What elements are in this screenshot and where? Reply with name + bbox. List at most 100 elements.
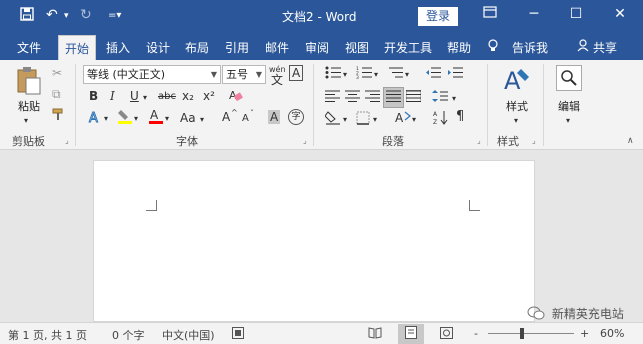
- grow-font-button[interactable]: A: [222, 110, 230, 124]
- editing-dropdown-icon[interactable]: ▾: [566, 114, 570, 128]
- macro-record-icon[interactable]: [232, 327, 244, 342]
- underline-dropdown-icon[interactable]: ▾: [143, 91, 147, 105]
- zoom-slider-thumb[interactable]: [520, 328, 524, 339]
- tab-mailings[interactable]: 邮件: [265, 39, 289, 56]
- styles-launcher-icon[interactable]: ⌟: [532, 136, 536, 145]
- zoom-out-button[interactable]: -: [474, 327, 478, 340]
- text-effects-icon[interactable]: A: [88, 110, 102, 128]
- strikethrough-button[interactable]: abc: [158, 90, 176, 104]
- login-button[interactable]: 登录: [418, 7, 458, 26]
- customize-quick-access-icon[interactable]: =▾: [108, 10, 121, 21]
- page-count[interactable]: 第 1 页, 共 1 页: [8, 327, 87, 343]
- share-button[interactable]: 共享: [593, 39, 617, 56]
- enclose-char-button[interactable]: 字: [288, 109, 304, 125]
- align-right-icon[interactable]: [365, 90, 380, 105]
- save-icon[interactable]: [20, 7, 34, 25]
- decrease-indent-icon[interactable]: [425, 66, 441, 82]
- tab-developer[interactable]: 开发工具: [384, 39, 432, 56]
- bullets-dropdown-icon[interactable]: ▾: [343, 68, 347, 82]
- highlighter-icon[interactable]: [117, 108, 133, 128]
- superscript-button[interactable]: x²: [203, 89, 215, 103]
- pinyin-guide-button[interactable]: 文: [271, 73, 283, 87]
- tab-home[interactable]: 开始: [58, 35, 97, 60]
- chinese-layout-dropdown-icon[interactable]: ▾: [412, 113, 416, 127]
- multilevel-list-icon[interactable]: [387, 66, 403, 82]
- word-count[interactable]: 0 个字: [112, 327, 145, 343]
- font-color-icon[interactable]: A: [148, 108, 164, 128]
- tab-insert[interactable]: 插入: [106, 39, 130, 56]
- align-center-icon[interactable]: [345, 90, 360, 105]
- read-mode-icon[interactable]: [368, 327, 382, 342]
- minimize-icon[interactable]: ─: [524, 6, 544, 22]
- styles-button[interactable]: 样式: [498, 98, 536, 114]
- paragraph-launcher-icon[interactable]: ⌟: [477, 136, 481, 145]
- change-case-button[interactable]: Aa: [180, 111, 196, 125]
- shrink-font-button[interactable]: A: [242, 112, 249, 126]
- subscript-button[interactable]: x₂: [182, 89, 194, 103]
- styles-icon[interactable]: A: [504, 65, 530, 98]
- tab-view[interactable]: 视图: [345, 39, 369, 56]
- web-layout-icon[interactable]: [440, 327, 453, 342]
- tell-me-box[interactable]: 告诉我: [512, 39, 548, 56]
- paste-dropdown-icon[interactable]: ▾: [24, 114, 28, 128]
- tab-layout[interactable]: 布局: [185, 39, 209, 56]
- search-icon[interactable]: [556, 65, 582, 91]
- tab-file[interactable]: 文件: [17, 39, 41, 56]
- font-name-select[interactable]: 等线 (中文正文) ▼: [83, 65, 221, 84]
- numbering-icon[interactable]: 123: [356, 66, 372, 82]
- shading-icon[interactable]: [324, 110, 341, 128]
- line-spacing-dropdown-icon[interactable]: ▾: [452, 92, 456, 106]
- numbering-dropdown-icon[interactable]: ▾: [374, 68, 378, 82]
- bullets-icon[interactable]: [325, 66, 341, 82]
- editing-button[interactable]: 编辑: [551, 98, 587, 114]
- person-icon[interactable]: [577, 39, 589, 55]
- cut-icon[interactable]: ✂: [52, 66, 62, 80]
- styles-dropdown-icon[interactable]: ▾: [514, 114, 518, 128]
- font-launcher-icon[interactable]: ⌟: [303, 136, 307, 145]
- shading-dropdown-icon[interactable]: ▾: [343, 113, 347, 127]
- collapse-ribbon-icon[interactable]: ∧: [627, 134, 634, 148]
- tab-references[interactable]: 引用: [225, 39, 249, 56]
- paste-icon[interactable]: [16, 66, 42, 99]
- char-shading-button[interactable]: A: [268, 110, 281, 124]
- bold-button[interactable]: B: [89, 89, 98, 103]
- maximize-icon[interactable]: ☐: [566, 6, 586, 22]
- increase-indent-icon[interactable]: [447, 66, 463, 82]
- tab-review[interactable]: 审阅: [305, 39, 329, 56]
- clear-format-icon[interactable]: A: [229, 88, 243, 105]
- pilcrow-icon[interactable]: ¶: [456, 110, 464, 124]
- borders-icon[interactable]: [356, 111, 370, 128]
- close-icon[interactable]: ✕: [610, 6, 630, 22]
- print-layout-icon[interactable]: [398, 324, 424, 344]
- zoom-slider-track[interactable]: [488, 333, 574, 334]
- language-status[interactable]: 中文(中国): [162, 327, 215, 343]
- document-page[interactable]: [93, 160, 535, 322]
- multilevel-dropdown-icon[interactable]: ▾: [405, 68, 409, 82]
- chinese-layout-icon[interactable]: A: [395, 110, 411, 128]
- italic-button[interactable]: I: [110, 89, 115, 103]
- text-effects-dropdown-icon[interactable]: ▾: [104, 112, 108, 126]
- undo-dropdown-icon[interactable]: ▾: [64, 11, 69, 21]
- align-left-icon[interactable]: [325, 90, 340, 105]
- zoom-level[interactable]: 60%: [600, 327, 624, 340]
- char-border-button[interactable]: A: [289, 65, 304, 81]
- paste-button[interactable]: 粘贴: [12, 98, 46, 114]
- copy-icon[interactable]: ⧉: [52, 87, 61, 101]
- underline-button[interactable]: U: [130, 89, 139, 103]
- tab-help[interactable]: 帮助: [447, 39, 471, 56]
- zoom-in-button[interactable]: +: [580, 327, 589, 340]
- redo-icon[interactable]: ↻: [80, 7, 92, 23]
- clipboard-launcher-icon[interactable]: ⌟: [65, 136, 69, 145]
- justify-icon[interactable]: [383, 87, 404, 108]
- font-color-dropdown-icon[interactable]: ▾: [165, 112, 169, 126]
- undo-icon[interactable]: ↶: [46, 7, 58, 23]
- distributed-icon[interactable]: [405, 89, 422, 105]
- format-painter-icon[interactable]: [52, 108, 65, 124]
- change-case-dropdown-icon[interactable]: ▾: [200, 113, 204, 127]
- sort-icon[interactable]: AZ: [433, 110, 449, 128]
- borders-dropdown-icon[interactable]: ▾: [373, 113, 377, 127]
- ribbon-display-options-icon[interactable]: [480, 6, 500, 22]
- highlight-dropdown-icon[interactable]: ▾: [134, 112, 138, 126]
- line-spacing-icon[interactable]: [432, 90, 448, 105]
- tab-design[interactable]: 设计: [146, 39, 170, 56]
